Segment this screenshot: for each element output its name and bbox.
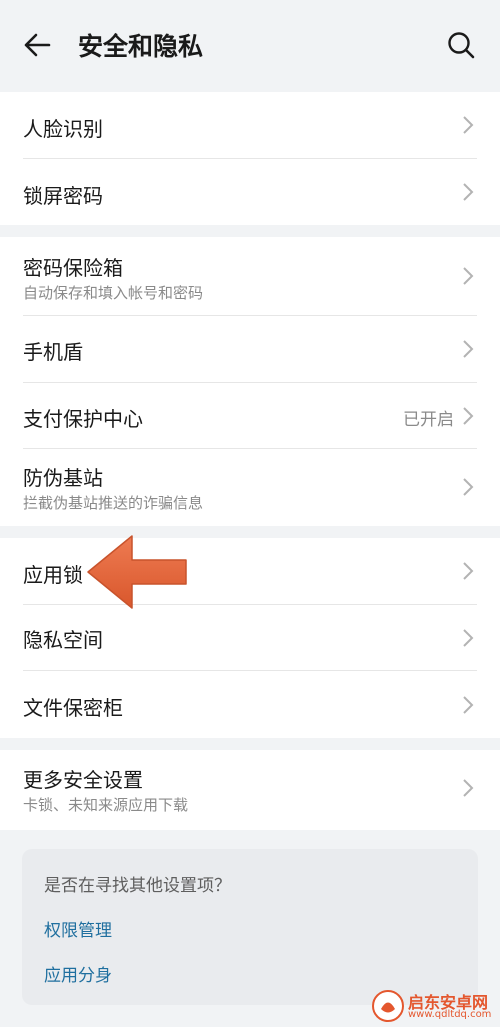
search-icon[interactable] bbox=[446, 30, 476, 60]
list-item-subtitle: 自动保存和填入帐号和密码 bbox=[23, 284, 204, 302]
list-item-more-security[interactable]: 更多安全设置 卡锁、未知来源应用下载 bbox=[0, 750, 500, 830]
settings-group-privacy: 应用锁 隐私空间 文件保密柜 bbox=[0, 538, 500, 738]
list-item-private-space[interactable]: 隐私空间 bbox=[0, 604, 500, 671]
list-item-label: 密码保险箱 bbox=[23, 256, 123, 280]
link-app-twin[interactable]: 应用分身 bbox=[44, 961, 112, 986]
list-item-password-vault[interactable]: 密码保险箱 自动保存和填入帐号和密码 bbox=[0, 237, 500, 316]
annotation-arrow-icon bbox=[87, 535, 187, 609]
list-item-fake-base-station[interactable]: 防伪基站 拦截伪基站推送的诈骗信息 bbox=[0, 448, 500, 526]
top-bar: 安全和隐私 bbox=[0, 0, 500, 92]
link-permission-management[interactable]: 权限管理 bbox=[44, 916, 112, 941]
chevron-right-icon bbox=[463, 183, 474, 201]
list-item-label: 支付保护中心 bbox=[23, 407, 143, 431]
list-item-payment-protection[interactable]: 支付保护中心 已开启 bbox=[0, 382, 500, 448]
list-item-label: 隐私空间 bbox=[23, 628, 103, 652]
watermark-icon bbox=[372, 990, 404, 1022]
watermark-url: www.qdltdq.com bbox=[408, 1009, 492, 1020]
page-title: 安全和隐私 bbox=[78, 32, 204, 61]
settings-group-more: 更多安全设置 卡锁、未知来源应用下载 bbox=[0, 750, 500, 830]
list-item-subtitle: 拦截伪基站推送的诈骗信息 bbox=[23, 494, 204, 512]
list-item-label: 锁屏密码 bbox=[23, 184, 103, 208]
chevron-right-icon bbox=[463, 779, 474, 797]
list-item-subtitle: 卡锁、未知来源应用下载 bbox=[23, 796, 189, 814]
list-item-face-recognition[interactable]: 人脸识别 bbox=[0, 92, 500, 159]
chevron-right-icon bbox=[463, 267, 474, 285]
settings-group-biometrics: 人脸识别 锁屏密码 bbox=[0, 92, 500, 225]
chevron-right-icon bbox=[463, 478, 474, 496]
status-value: 已开启 bbox=[403, 410, 454, 430]
suggestion-question: 是否在寻找其他设置项？ bbox=[44, 876, 231, 896]
list-item-label: 人脸识别 bbox=[23, 117, 103, 141]
watermark-logo: 启东安卓网 www.qdltdq.com bbox=[372, 988, 500, 1024]
chevron-right-icon bbox=[463, 116, 474, 134]
suggestion-panel: 是否在寻找其他设置项？ 权限管理 应用分身 bbox=[22, 849, 478, 1005]
list-item-label: 更多安全设置 bbox=[23, 768, 143, 792]
list-item-label: 应用锁 bbox=[23, 563, 83, 587]
chevron-right-icon bbox=[463, 407, 474, 425]
chevron-right-icon bbox=[463, 562, 474, 580]
settings-group-security: 密码保险箱 自动保存和填入帐号和密码 手机盾 支付保护中心 已开启 防伪基站 拦… bbox=[0, 237, 500, 526]
list-item-file-safe[interactable]: 文件保密柜 bbox=[0, 671, 500, 738]
chevron-right-icon bbox=[463, 629, 474, 647]
list-item-lock-screen-password[interactable]: 锁屏密码 bbox=[0, 159, 500, 225]
list-item-app-lock[interactable]: 应用锁 bbox=[0, 538, 500, 604]
list-item-phone-shield[interactable]: 手机盾 bbox=[0, 316, 500, 382]
chevron-right-icon bbox=[463, 340, 474, 358]
list-item-label: 防伪基站 bbox=[23, 466, 103, 490]
chevron-right-icon bbox=[463, 696, 474, 714]
list-item-label: 文件保密柜 bbox=[23, 696, 123, 720]
list-item-label: 手机盾 bbox=[23, 340, 83, 364]
back-arrow-icon[interactable] bbox=[22, 30, 52, 60]
